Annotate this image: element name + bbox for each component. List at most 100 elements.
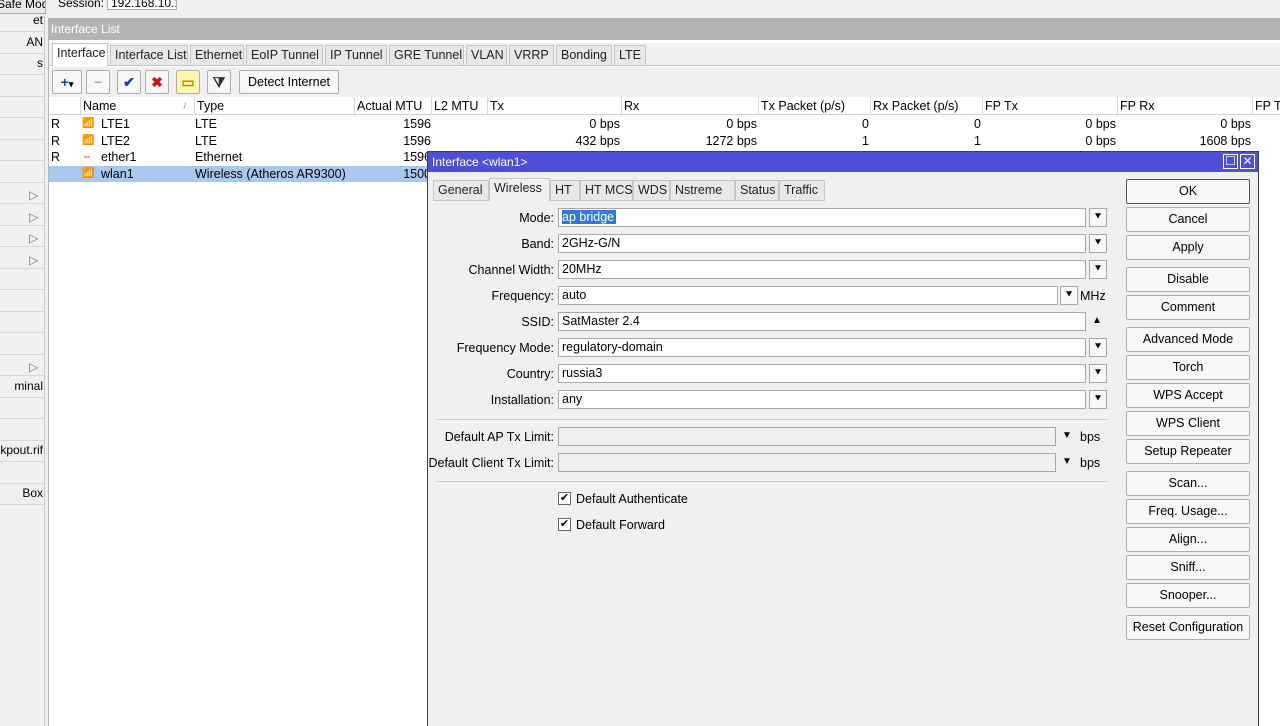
filter-button[interactable]: ⧩ — [207, 70, 231, 94]
ok-button[interactable]: OK — [1126, 179, 1250, 204]
apply-button[interactable]: Apply — [1126, 235, 1250, 260]
sidebar-item[interactable] — [0, 462, 44, 484]
dialog-tab-status[interactable]: Status — [735, 180, 779, 201]
cancel-button[interactable]: Cancel — [1126, 207, 1250, 232]
sidebar-item[interactable]: ▷ — [0, 182, 44, 204]
channel-width-select[interactable]: 20MHz — [558, 260, 1086, 279]
collapse-icon[interactable]: ▲ — [1092, 312, 1102, 330]
tab-ethernet[interactable]: Ethernet — [190, 45, 244, 66]
tab-gre-tunnel[interactable]: GRE Tunnel — [389, 45, 464, 66]
sidebar-item[interactable] — [0, 75, 44, 97]
sidebar-item[interactable]: kpout.rif — [0, 440, 44, 462]
align-button[interactable]: Align... — [1126, 527, 1250, 552]
sidebar-item[interactable]: et — [0, 16, 44, 32]
column-header-l2-mtu[interactable]: L2 MTU — [432, 97, 488, 115]
sidebar-item[interactable] — [0, 397, 44, 419]
column-header-tx[interactable]: Tx — [488, 97, 622, 115]
installation-dropdown-button[interactable]: ⯆ — [1089, 390, 1107, 409]
sidebar-item[interactable]: minal — [0, 376, 44, 398]
sniff-button[interactable]: Sniff... — [1126, 555, 1250, 580]
sidebar-item[interactable] — [0, 118, 44, 140]
column-header-fp-rx[interactable]: FP Rx — [1118, 97, 1253, 115]
sidebar-item[interactable]: ▷ — [0, 204, 44, 226]
sidebar-item[interactable]: ▷ — [0, 354, 44, 376]
tab-vrrp[interactable]: VRRP — [509, 45, 554, 66]
default-forward-checkbox[interactable]: ✔ — [558, 518, 571, 531]
mode-select[interactable]: ap bridge — [558, 208, 1086, 227]
column-header-tx-packet[interactable]: Tx Packet (p/s) — [759, 97, 871, 115]
wps-accept-button[interactable]: WPS Accept — [1126, 383, 1250, 408]
reset-configuration-button[interactable]: Reset Configuration — [1126, 615, 1250, 640]
country-dropdown-button[interactable]: ⯆ — [1089, 364, 1107, 383]
dialog-tab-ht[interactable]: HT — [550, 180, 580, 201]
maximize-button[interactable]: ☐ — [1223, 154, 1238, 169]
freq-usage-button[interactable]: Freq. Usage... — [1126, 499, 1250, 524]
add-button[interactable]: +▾ — [52, 70, 82, 94]
channel-width-dropdown-button[interactable]: ⯆ — [1089, 260, 1107, 279]
disable-button[interactable]: ✖ — [145, 70, 169, 94]
tab-interface[interactable]: Interface — [52, 43, 108, 67]
default-ap-tx-limit-input[interactable] — [558, 427, 1056, 446]
ssid-input[interactable]: SatMaster 2.4 — [558, 312, 1086, 331]
sidebar-item[interactable]: ▷ — [0, 247, 44, 269]
sidebar-item[interactable] — [0, 333, 44, 355]
band-dropdown-button[interactable]: ⯆ — [1089, 234, 1107, 253]
sidebar-item[interactable]: Box — [0, 483, 44, 505]
setup-repeater-button[interactable]: Setup Repeater — [1126, 439, 1250, 464]
default-client-tx-limit-input[interactable] — [558, 453, 1056, 472]
sidebar-item[interactable]: AN — [0, 32, 44, 54]
comment-button[interactable]: ▭ — [176, 70, 200, 94]
frequency-select[interactable]: auto — [558, 286, 1058, 305]
wps-client-button[interactable]: WPS Client — [1126, 411, 1250, 436]
column-header-fp-t[interactable]: FP T — [1253, 97, 1280, 115]
expand-icon[interactable]: ▼ — [1062, 453, 1072, 471]
dialog-tab-wds[interactable]: WDS — [633, 180, 670, 201]
detect-internet-button[interactable]: Detect Internet — [239, 70, 339, 94]
mode-dropdown-button[interactable]: ⯆ — [1089, 208, 1107, 227]
frequency-mode-dropdown-button[interactable]: ⯆ — [1089, 338, 1107, 357]
torch-button[interactable]: Torch — [1126, 355, 1250, 380]
column-header-fp-tx[interactable]: FP Tx — [983, 97, 1118, 115]
tab-ip-tunnel[interactable]: IP Tunnel — [325, 45, 387, 66]
disable-button[interactable]: Disable — [1126, 267, 1250, 292]
table-row[interactable]: wlan1 Wireless (Atheros AR9300) 1500 📶 — [49, 165, 431, 182]
safe-mode-button[interactable]: Safe Mode — [0, 0, 46, 14]
country-select[interactable]: russia3 — [558, 364, 1086, 383]
advanced-mode-button[interactable]: Advanced Mode — [1126, 327, 1250, 352]
column-header-rx-packet[interactable]: Rx Packet (p/s) — [871, 97, 983, 115]
expand-icon[interactable]: ▼ — [1062, 427, 1072, 445]
remove-button[interactable]: − — [86, 70, 110, 94]
sidebar-item[interactable] — [0, 311, 44, 333]
comment-button[interactable]: Comment — [1126, 295, 1250, 320]
dialog-tab-general[interactable]: General — [433, 180, 489, 201]
sidebar-item[interactable] — [0, 290, 44, 312]
snooper-button[interactable]: Snooper... — [1126, 583, 1250, 608]
dialog-tab-wireless[interactable]: Wireless — [489, 178, 550, 202]
dialog-tab-nstreme[interactable]: Nstreme — [670, 180, 735, 201]
band-select[interactable]: 2GHz-G/N — [558, 234, 1086, 253]
table-row[interactable]: R LTE1 LTE 1596 0 bps 0 bps 0 0 0 bps 0 bps 📶 — [49, 116, 1280, 132]
column-header-actual-mtu[interactable]: Actual MTU — [355, 97, 432, 115]
installation-select[interactable]: any — [558, 390, 1086, 409]
session-field[interactable]: 192.168.10.1 — [107, 0, 177, 10]
tab-lte[interactable]: LTE — [614, 45, 646, 66]
close-button[interactable]: ✕ — [1240, 154, 1255, 169]
sidebar-item[interactable]: ▷ — [0, 225, 44, 247]
sidebar-item[interactable]: s — [0, 53, 44, 75]
dialog-tab-ht-mcs[interactable]: HT MCS — [580, 180, 633, 201]
enable-button[interactable]: ✔ — [117, 70, 141, 94]
tab-bonding[interactable]: Bonding — [556, 45, 612, 66]
column-header-rx[interactable]: Rx — [622, 97, 759, 115]
tab-interface-list[interactable]: Interface List — [110, 45, 188, 66]
column-header-type[interactable]: Type — [195, 97, 355, 115]
sidebar-item[interactable] — [0, 419, 44, 441]
scan-button[interactable]: Scan... — [1126, 471, 1250, 496]
sidebar-item[interactable] — [0, 96, 44, 118]
tab-vlan[interactable]: VLAN — [466, 45, 507, 66]
frequency-dropdown-button[interactable]: ⯆ — [1060, 286, 1078, 305]
table-row[interactable]: R LTE2 LTE 1596 432 bps 1272 bps 1 1 0 bps 1608 b… — [49, 133, 1280, 149]
sidebar-item[interactable] — [0, 161, 44, 183]
frequency-mode-select[interactable]: regulatory-domain — [558, 338, 1086, 357]
tab-eoip-tunnel[interactable]: EoIP Tunnel — [246, 45, 323, 66]
dialog-tab-traffic[interactable]: Traffic — [779, 180, 825, 201]
